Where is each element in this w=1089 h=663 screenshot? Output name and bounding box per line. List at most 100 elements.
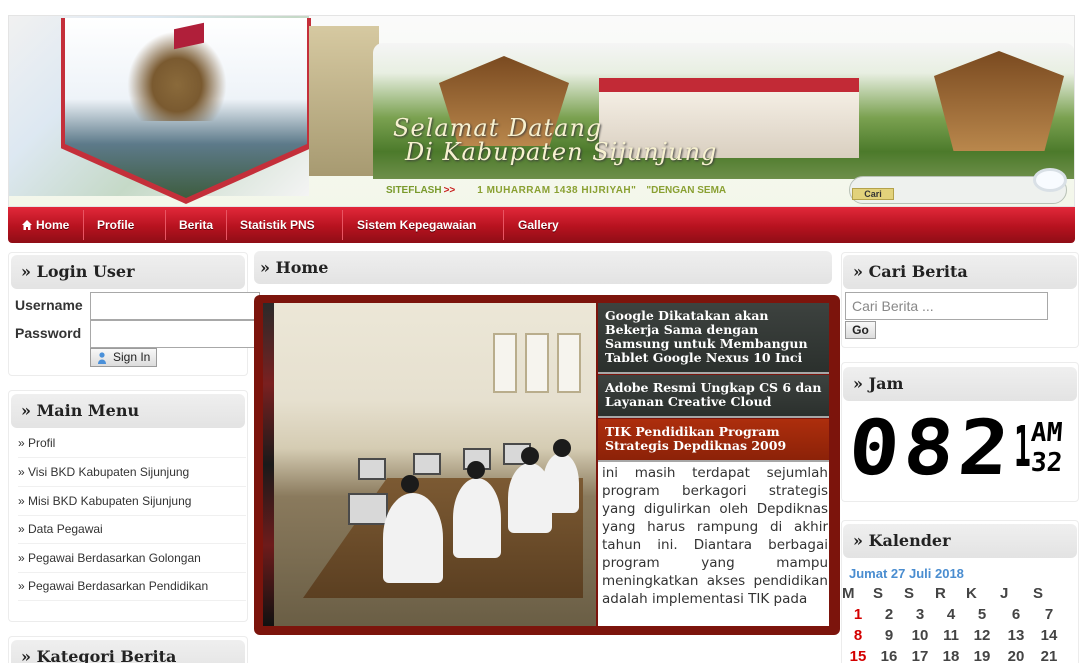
menu-item-data-pegawai[interactable]: » Data Pegawai <box>18 515 246 544</box>
calendar-day[interactable]: 18 <box>936 648 966 663</box>
monitor-image <box>348 493 388 525</box>
menu-item-golongan[interactable]: » Pegawai Berdasarkan Golongan <box>18 544 246 573</box>
clock-seconds: 32 <box>1029 448 1064 478</box>
calendar-day[interactable]: 5 <box>967 606 997 623</box>
clock-ampm: AM <box>1029 418 1064 448</box>
main-menu-title: » Main Menu <box>11 394 245 428</box>
calendar-day[interactable]: 10 <box>905 627 935 644</box>
calendar-day[interactable]: 16 <box>874 648 904 663</box>
slide-strip <box>263 303 274 626</box>
calendar-day[interactable]: 6 <box>1001 606 1031 623</box>
calendar-day[interactable]: 3 <box>905 606 935 623</box>
news-excerpt: ini masih terdapat sejumlah program berk… <box>598 462 829 626</box>
siteflash-label: SITEFLASH <box>386 185 442 196</box>
clock-hour-minute: 082 <box>845 403 1017 492</box>
user-icon <box>98 352 106 364</box>
siteflash-message-1: 1 MUHARRAM 1438 HIJRIYAH" <box>477 185 637 196</box>
nav-profile[interactable]: Profile <box>97 207 134 243</box>
calendar-day[interactable]: 9 <box>874 627 904 644</box>
news-excerpt-text: ini masih terdapat sejumlah program berk… <box>602 465 828 607</box>
nav-separator <box>83 210 84 240</box>
clock-hour-prefix: 1 <box>1014 415 1031 480</box>
calendar-weekday: K <box>966 585 977 602</box>
calendar-weekday: S <box>873 585 884 602</box>
calendar-day[interactable]: 4 <box>936 606 966 623</box>
nav-separator <box>226 210 227 240</box>
password-label: Password <box>15 325 82 341</box>
nav-separator <box>342 210 343 240</box>
calendar-day[interactable]: 15 <box>843 648 873 663</box>
sign-in-button[interactable]: Sign In <box>90 348 157 367</box>
calendar-weekday: S <box>904 585 915 602</box>
student-image <box>383 493 443 583</box>
student-head <box>553 439 571 457</box>
window-image <box>493 333 517 393</box>
jam-title: » Jam <box>843 367 1077 401</box>
monitor-image <box>413 453 441 475</box>
sign-in-label: Sign In <box>113 350 151 364</box>
home-icon <box>22 220 32 230</box>
student-head <box>467 461 485 479</box>
calendar-day[interactable]: 14 <box>1034 627 1064 644</box>
cari-berita-title: » Cari Berita <box>843 255 1077 289</box>
calendar-day[interactable]: 8 <box>843 627 873 644</box>
nav-statistik-pns[interactable]: Statistik PNS <box>240 207 315 243</box>
siteflash-message-2: "DENGAN SEMA <box>646 185 727 196</box>
username-input[interactable] <box>90 292 260 320</box>
content-title: » Home <box>254 251 832 284</box>
slide-image[interactable] <box>263 303 596 626</box>
login-title: » Login User <box>11 255 245 289</box>
calendar-day[interactable]: 13 <box>1001 627 1031 644</box>
calendar-weekday: R <box>935 585 946 602</box>
header-search-button[interactable]: Cari <box>852 188 894 200</box>
calendar-day[interactable]: 7 <box>1034 606 1064 623</box>
news-item-tik[interactable]: TIK Pendidikan Program Strategis Depdikn… <box>598 419 829 462</box>
student-image <box>543 453 579 513</box>
student-head <box>401 475 419 493</box>
calendar-day[interactable]: 2 <box>874 606 904 623</box>
news-item-google[interactable]: Google Dikatakan akan Bekerja Sama denga… <box>598 303 829 374</box>
menu-item-pendidikan[interactable]: » Pegawai Berdasarkan Pendidikan <box>18 572 246 601</box>
calendar-day[interactable]: 20 <box>1001 648 1031 663</box>
main-nav: Home Profile Berita Statistik PNS Sistem… <box>8 207 1075 243</box>
header-banner: Selamat Datang Di Kabupaten Sijunjung SI… <box>8 15 1075 207</box>
student-head <box>521 447 539 465</box>
kategori-title: » Kategori Berita <box>11 640 245 663</box>
calendar-day[interactable]: 11 <box>936 627 966 644</box>
calendar-day[interactable]: 21 <box>1034 648 1064 663</box>
welcome-line-1: Selamat Datang <box>393 114 603 142</box>
student-image <box>453 478 501 558</box>
go-button[interactable]: Go <box>845 321 876 339</box>
calendar-day[interactable]: 12 <box>967 627 997 644</box>
calendar-day[interactable]: 17 <box>905 648 935 663</box>
nav-home[interactable]: Home <box>22 207 69 243</box>
calendar-day[interactable]: 19 <box>967 648 997 663</box>
calendar-weekday: S <box>1033 585 1044 602</box>
menu-item-profil[interactable]: » Profil <box>18 429 246 458</box>
siteflash-arrow: >> <box>443 185 456 196</box>
menu-item-visi[interactable]: » Visi BKD Kabupaten Sijunjung <box>18 458 246 487</box>
news-item-adobe[interactable]: Adobe Resmi Ungkap CS 6 dan Layanan Crea… <box>598 375 829 418</box>
calendar-date: Jumat 27 Juli 2018 <box>849 566 964 581</box>
building-image <box>309 26 379 176</box>
nav-separator <box>503 210 504 240</box>
magnifier-icon <box>1033 168 1067 192</box>
monitor-image <box>358 458 386 480</box>
window-image <box>525 333 549 393</box>
calendar-weekday: M <box>842 585 855 602</box>
nav-separator <box>165 210 166 240</box>
nav-sistem-kepegawaian[interactable]: Sistem Kepegawaian <box>357 207 476 243</box>
menu-item-misi[interactable]: » Misi BKD Kabupaten Sijunjung <box>18 487 246 516</box>
calendar-weekday: J <box>1000 585 1009 602</box>
password-input[interactable] <box>90 320 260 348</box>
cari-berita-input[interactable]: Cari Berita ... <box>845 292 1048 320</box>
nav-gallery[interactable]: Gallery <box>518 207 559 243</box>
window-image <box>557 333 581 393</box>
welcome-text: Selamat Datang Di Kabupaten Sijunjung <box>393 116 853 164</box>
siteflash-ticker: SITEFLASH >> 1 MUHARRAM 1438 HIJRIYAH" "DEN… <box>386 179 836 203</box>
nav-home-label: Home <box>36 218 70 232</box>
welcome-line-2: Di Kabupaten Sijunjung <box>405 138 718 166</box>
kalender-title: » Kalender <box>843 524 1077 558</box>
nav-berita[interactable]: Berita <box>179 207 213 243</box>
calendar-day[interactable]: 1 <box>843 606 873 623</box>
